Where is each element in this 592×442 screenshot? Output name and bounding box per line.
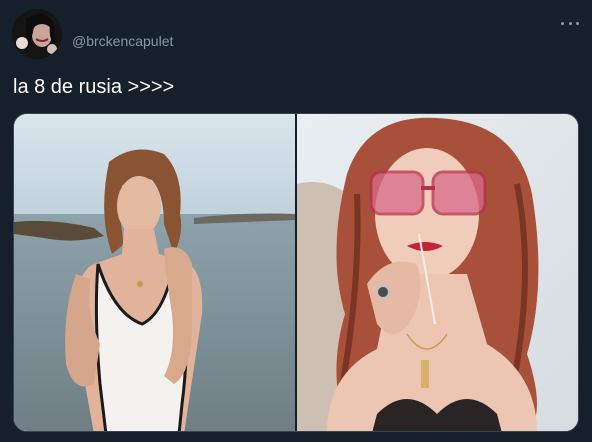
photo-woman-red-sunglasses[interactable]	[297, 114, 578, 431]
user-handle[interactable]: @brckencapulet	[72, 33, 173, 49]
photo-woman-white-swimsuit-sea[interactable]	[14, 114, 295, 431]
tweet-text: la 8 de rusia >>>>	[13, 76, 175, 98]
more-options-icon[interactable]	[561, 14, 579, 32]
media-grid	[13, 113, 579, 432]
avatar[interactable]	[12, 9, 62, 59]
tweet-card[interactable]: @brckencapulet la 8 de rusia >>>>	[0, 0, 592, 442]
